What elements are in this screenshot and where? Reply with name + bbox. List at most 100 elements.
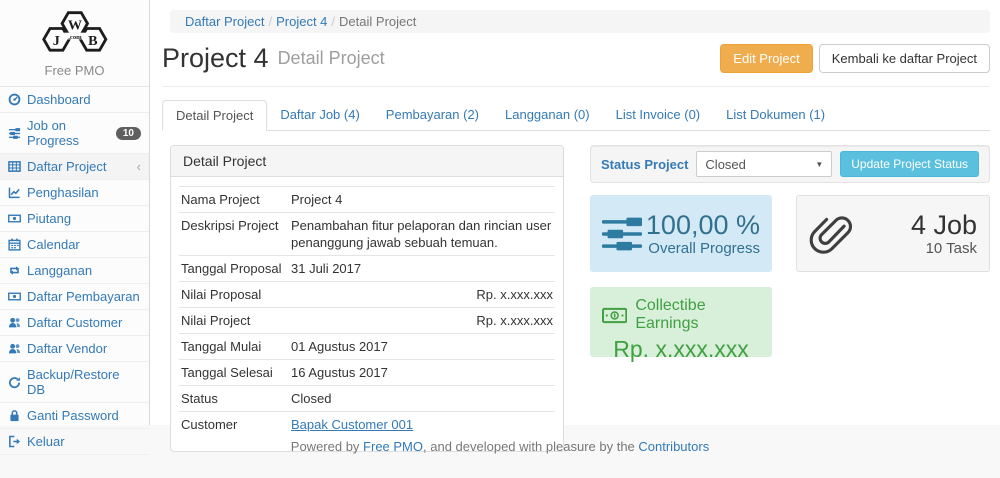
contributors-link[interactable]: Contributors <box>638 439 709 454</box>
sidebar-item-label: Daftar Project <box>27 159 106 174</box>
svg-text:B: B <box>88 33 98 49</box>
sidebar-item-penghasilan[interactable]: Penghasilan <box>0 180 149 206</box>
sign-out-icon <box>8 435 21 448</box>
tasks-icon <box>8 127 21 140</box>
sidebar-item-label: Penghasilan <box>27 185 99 200</box>
tab-detail-project[interactable]: Detail Project <box>162 100 267 131</box>
sidebar-menu: Dashboard Job on Progress 10 Daftar Proj… <box>0 87 149 455</box>
refresh-icon <box>8 376 21 389</box>
page-header: Project 4 Detail Project Edit Project Ke… <box>162 43 990 87</box>
calendar-icon <box>8 238 21 251</box>
right-column: Status Project Closed ▼ Update Project S… <box>590 145 990 452</box>
sidebar-item-backup-restore-db[interactable]: Backup/Restore DB <box>0 362 149 403</box>
sidebar-item-daftar-pembayaran[interactable]: Daftar Pembayaran <box>0 284 149 310</box>
tab-langganan[interactable]: Langganan (0) <box>492 100 603 131</box>
panel-title: Detail Project <box>171 146 563 177</box>
tab-pembayaran[interactable]: Pembayaran (2) <box>373 100 492 131</box>
paperclip-icon <box>809 212 853 256</box>
sidebar-item-label: Piutang <box>27 211 71 226</box>
breadcrumb-separator: / <box>331 14 335 29</box>
money-icon <box>8 212 21 225</box>
status-select-value: Closed <box>705 157 745 172</box>
table-row-tanggal-proposal: Tanggal Proposal 31 Juli 2017 <box>179 255 555 281</box>
table-row-tanggal-selesai: Tanggal Selesai 16 Agustus 2017 <box>179 359 555 385</box>
tasks-icon <box>602 217 642 251</box>
svg-text:W: W <box>67 17 81 33</box>
task-count-value: 10 Task <box>911 240 977 257</box>
money-icon <box>602 306 627 325</box>
page-subtitle: Detail Project <box>278 48 385 69</box>
breadcrumb-project-4[interactable]: Project 4 <box>276 14 327 29</box>
sidebar-item-job-on-progress[interactable]: Job on Progress 10 <box>0 113 149 154</box>
app-logo: J W B .com Free PMO <box>0 0 149 87</box>
earnings-value: Rp. x.xxx.xxx <box>602 336 760 363</box>
app-window: J W B .com Free PMO Dashboard Job on Pro… <box>0 0 1000 425</box>
svg-text:.com: .com <box>68 34 82 41</box>
customer-link[interactable]: Bapak Customer 001 <box>291 417 413 432</box>
jwb-logo-icon: J W B .com <box>32 6 118 56</box>
sidebar-item-daftar-project[interactable]: Daftar Project ‹ <box>0 154 149 180</box>
back-to-project-list-button[interactable]: Kembali ke daftar Project <box>819 44 990 73</box>
sidebar-item-langganan[interactable]: Langganan <box>0 258 149 284</box>
status-select[interactable]: Closed ▼ <box>696 151 832 177</box>
table-row-customer: Customer Bapak Customer 001 <box>179 411 555 437</box>
tab-list-invoice[interactable]: List Invoice (0) <box>603 100 714 131</box>
sidebar-item-calendar[interactable]: Calendar <box>0 232 149 258</box>
footer-text-prefix: Powered by <box>291 439 363 454</box>
sidebar-item-label: Dashboard <box>27 92 91 107</box>
table-row-tanggal-mulai: Tanggal Mulai 01 Agustus 2017 <box>179 333 555 359</box>
sidebar-item-dashboard[interactable]: Dashboard <box>0 87 149 113</box>
lock-icon <box>8 409 21 422</box>
free-pmo-link[interactable]: Free PMO <box>363 439 423 454</box>
table-row-nilai-proposal: Nilai Proposal Rp. x.xxx.xxx <box>179 281 555 307</box>
breadcrumb-current: Detail Project <box>339 14 416 29</box>
chevron-down-icon: ▼ <box>815 160 823 169</box>
table-row-nilai-project: Nilai Project Rp. x.xxx.xxx <box>179 307 555 333</box>
overall-progress-card: 100,00 % Overall Progress <box>590 195 772 272</box>
sidebar-item-label: Keluar <box>27 434 65 449</box>
sidebar-item-label: Daftar Pembayaran <box>27 289 140 304</box>
sidebar-item-keluar[interactable]: Keluar <box>0 429 149 455</box>
overall-progress-value: 100,00 % <box>646 210 760 240</box>
status-project-label: Status Project <box>601 157 688 172</box>
update-project-status-button[interactable]: Update Project Status <box>840 151 979 177</box>
sidebar-item-label: Daftar Customer <box>27 315 122 330</box>
sidebar-item-label: Backup/Restore DB <box>27 367 141 397</box>
sidebar-item-label: Langganan <box>27 263 92 278</box>
sidebar-item-daftar-customer[interactable]: Daftar Customer <box>0 310 149 336</box>
table-row-status: Status Closed <box>179 385 555 411</box>
sidebar-item-daftar-vendor[interactable]: Daftar Vendor <box>0 336 149 362</box>
app-name: Free PMO <box>0 63 149 78</box>
job-count-badge: 10 <box>116 127 141 140</box>
users-icon <box>8 342 21 355</box>
job-task-card: 4 Job 10 Task <box>796 195 990 272</box>
line-chart-icon <box>8 186 21 199</box>
sidebar-item-piutang[interactable]: Piutang <box>0 206 149 232</box>
footer-text-middle: , and developed with pleasure by the <box>423 439 638 454</box>
svg-text:J: J <box>52 33 59 49</box>
breadcrumb-daftar-project[interactable]: Daftar Project <box>185 14 264 29</box>
users-icon <box>8 316 21 329</box>
sidebar-item-ganti-password[interactable]: Ganti Password <box>0 403 149 429</box>
page-title: Project 4 <box>162 43 269 74</box>
status-project-bar: Status Project Closed ▼ Update Project S… <box>590 145 990 183</box>
tab-daftar-job[interactable]: Daftar Job (4) <box>267 100 372 131</box>
sidebar-item-label: Ganti Password <box>27 408 119 423</box>
table-row-deskripsi-project: Deskripsi Project Penambahan fitur pelap… <box>179 212 555 255</box>
detail-project-panel: Detail Project Nama Project Project 4 De… <box>170 145 564 452</box>
main-content: Daftar Project/Project 4/Detail Project … <box>150 0 1000 425</box>
job-count-value: 4 Job <box>911 210 977 240</box>
collectible-earnings-card: Collectibe Earnings Rp. x.xxx.xxx <box>590 287 772 357</box>
table-row-nama-project: Nama Project Project 4 <box>179 186 555 212</box>
sidebar-item-label: Job on Progress <box>27 118 110 148</box>
edit-project-button[interactable]: Edit Project <box>720 44 812 73</box>
tab-list-dokumen[interactable]: List Dokumen (1) <box>713 100 838 131</box>
sidebar: J W B .com Free PMO Dashboard Job on Pro… <box>0 0 150 425</box>
dashboard-icon <box>8 93 21 106</box>
tab-bar: Detail Project Daftar Job (4) Pembayaran… <box>162 100 990 131</box>
sidebar-item-label: Daftar Vendor <box>27 341 107 356</box>
chevron-left-icon: ‹ <box>137 162 141 172</box>
overall-progress-label: Overall Progress <box>646 240 760 257</box>
earnings-label: Collectibe Earnings <box>635 297 760 333</box>
breadcrumb: Daftar Project/Project 4/Detail Project <box>170 10 990 33</box>
